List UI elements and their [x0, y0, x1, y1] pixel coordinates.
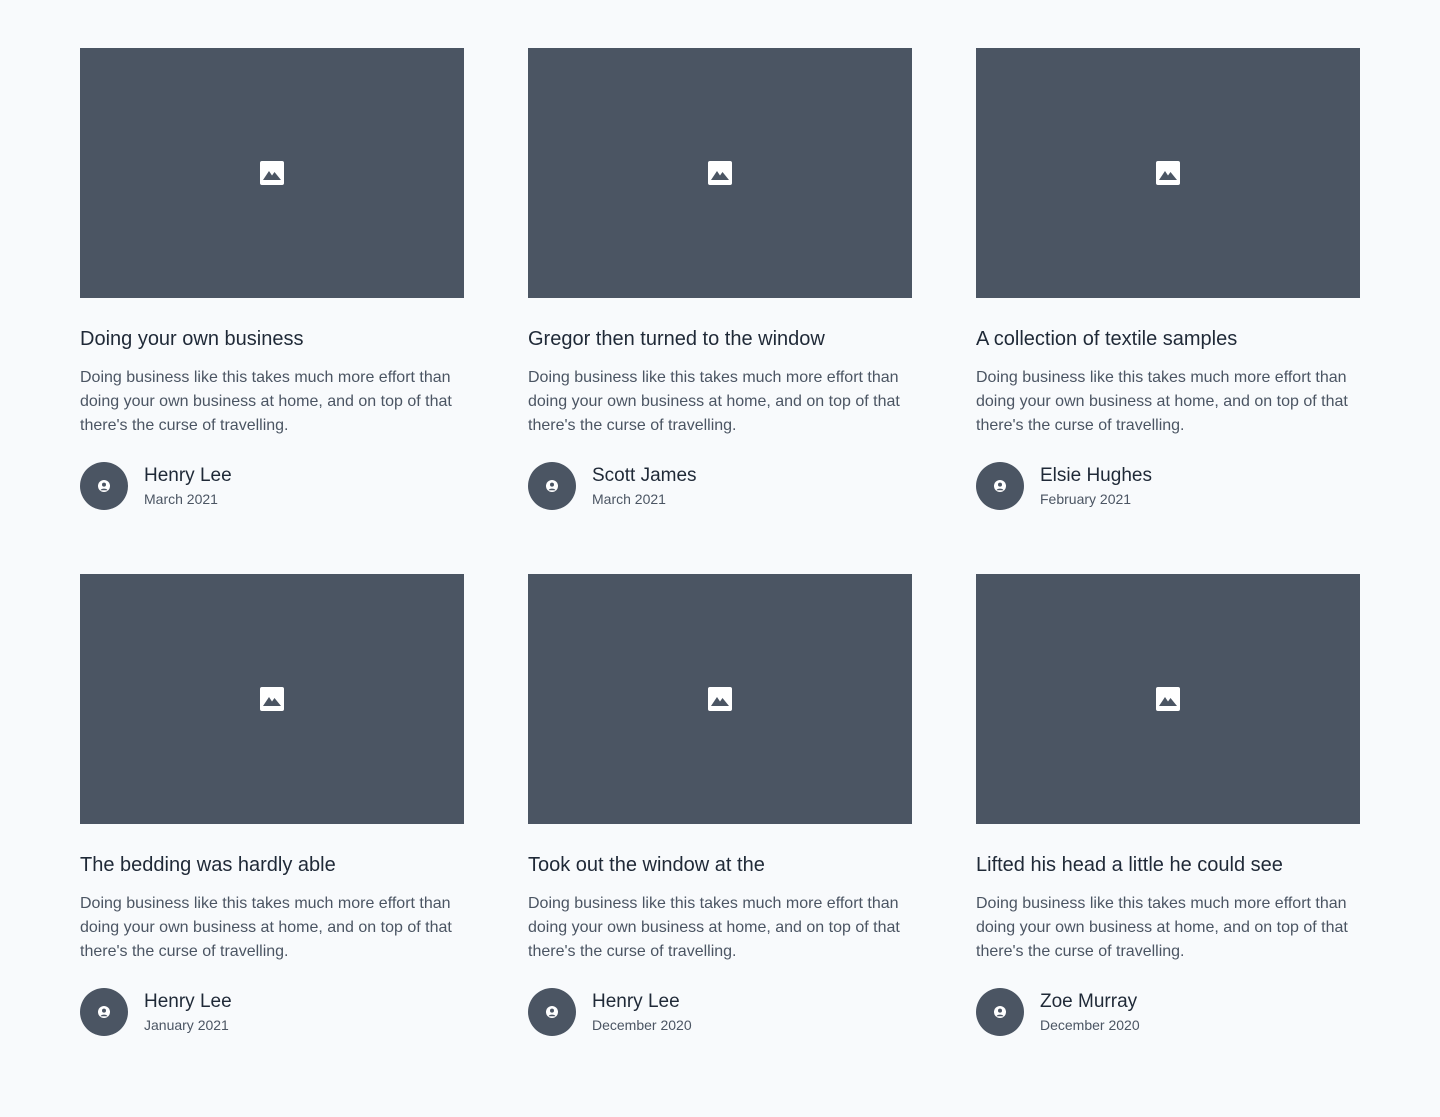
author-name[interactable]: Elsie Hughes	[1040, 464, 1152, 488]
author-meta: Henry Lee March 2021	[144, 464, 232, 509]
author-name[interactable]: Scott James	[592, 464, 697, 488]
author-name[interactable]: Henry Lee	[592, 990, 692, 1014]
avatar[interactable]	[976, 988, 1024, 1036]
post-author: Elsie Hughes February 2021	[976, 462, 1360, 510]
author-meta: Elsie Hughes February 2021	[1040, 464, 1152, 509]
author-name[interactable]: Zoe Murray	[1040, 990, 1140, 1014]
post-title[interactable]: Lifted his head a little he could see	[976, 852, 1360, 878]
post-date: March 2021	[592, 490, 666, 507]
post-image-placeholder[interactable]	[976, 48, 1360, 298]
post-image-placeholder[interactable]	[80, 574, 464, 824]
post-card: Doing your own business Doing business l…	[80, 48, 464, 510]
avatar[interactable]	[976, 462, 1024, 510]
user-icon	[98, 480, 110, 492]
image-icon	[260, 687, 284, 711]
author-name[interactable]: Henry Lee	[144, 464, 232, 488]
post-image-placeholder[interactable]	[528, 574, 912, 824]
post-card: The bedding was hardly able Doing busine…	[80, 574, 464, 1036]
author-meta: Zoe Murray December 2020	[1040, 990, 1140, 1035]
post-image-placeholder[interactable]	[80, 48, 464, 298]
user-icon	[98, 1006, 110, 1018]
post-date: December 2020	[592, 1016, 692, 1033]
image-icon	[260, 161, 284, 185]
image-icon	[1156, 687, 1180, 711]
post-excerpt: Doing business like this takes much more…	[976, 369, 1348, 434]
post-card: A collection of textile samples Doing bu…	[976, 48, 1360, 510]
post-author: Henry Lee December 2020	[528, 988, 912, 1036]
author-meta: Scott James March 2021	[592, 464, 697, 509]
author-meta: Henry Lee January 2021	[144, 990, 232, 1035]
avatar[interactable]	[80, 988, 128, 1036]
post-date: March 2021	[144, 490, 218, 507]
post-excerpt: Doing business like this takes much more…	[528, 369, 900, 434]
post-date: February 2021	[1040, 490, 1132, 507]
post-title[interactable]: The bedding was hardly able	[80, 852, 464, 878]
post-excerpt: Doing business like this takes much more…	[80, 895, 452, 960]
user-icon	[994, 1006, 1006, 1018]
avatar[interactable]	[528, 988, 576, 1036]
user-icon	[994, 480, 1006, 492]
post-excerpt: Doing business like this takes much more…	[528, 895, 900, 960]
post-card: Gregor then turned to the window Doing b…	[528, 48, 912, 510]
post-author: Scott James March 2021	[528, 462, 912, 510]
author-name[interactable]: Henry Lee	[144, 990, 232, 1014]
post-date: January 2021	[144, 1016, 229, 1033]
avatar[interactable]	[80, 462, 128, 510]
user-icon	[546, 480, 558, 492]
post-author: Henry Lee January 2021	[80, 988, 464, 1036]
post-card: Took out the window at the Doing busines…	[528, 574, 912, 1036]
post-author: Zoe Murray December 2020	[976, 988, 1360, 1036]
post-title[interactable]: Gregor then turned to the window	[528, 326, 912, 352]
image-icon	[708, 687, 732, 711]
post-excerpt: Doing business like this takes much more…	[976, 895, 1348, 960]
post-title[interactable]: Doing your own business	[80, 326, 464, 352]
author-meta: Henry Lee December 2020	[592, 990, 692, 1035]
post-author: Henry Lee March 2021	[80, 462, 464, 510]
post-date: December 2020	[1040, 1016, 1140, 1033]
image-icon	[1156, 161, 1180, 185]
post-title[interactable]: Took out the window at the	[528, 852, 912, 878]
avatar[interactable]	[528, 462, 576, 510]
post-title[interactable]: A collection of textile samples	[976, 326, 1360, 352]
post-grid: Doing your own business Doing business l…	[80, 48, 1360, 1036]
user-icon	[546, 1006, 558, 1018]
post-image-placeholder[interactable]	[976, 574, 1360, 824]
post-excerpt: Doing business like this takes much more…	[80, 369, 452, 434]
post-card: Lifted his head a little he could see Do…	[976, 574, 1360, 1036]
image-icon	[708, 161, 732, 185]
post-image-placeholder[interactable]	[528, 48, 912, 298]
